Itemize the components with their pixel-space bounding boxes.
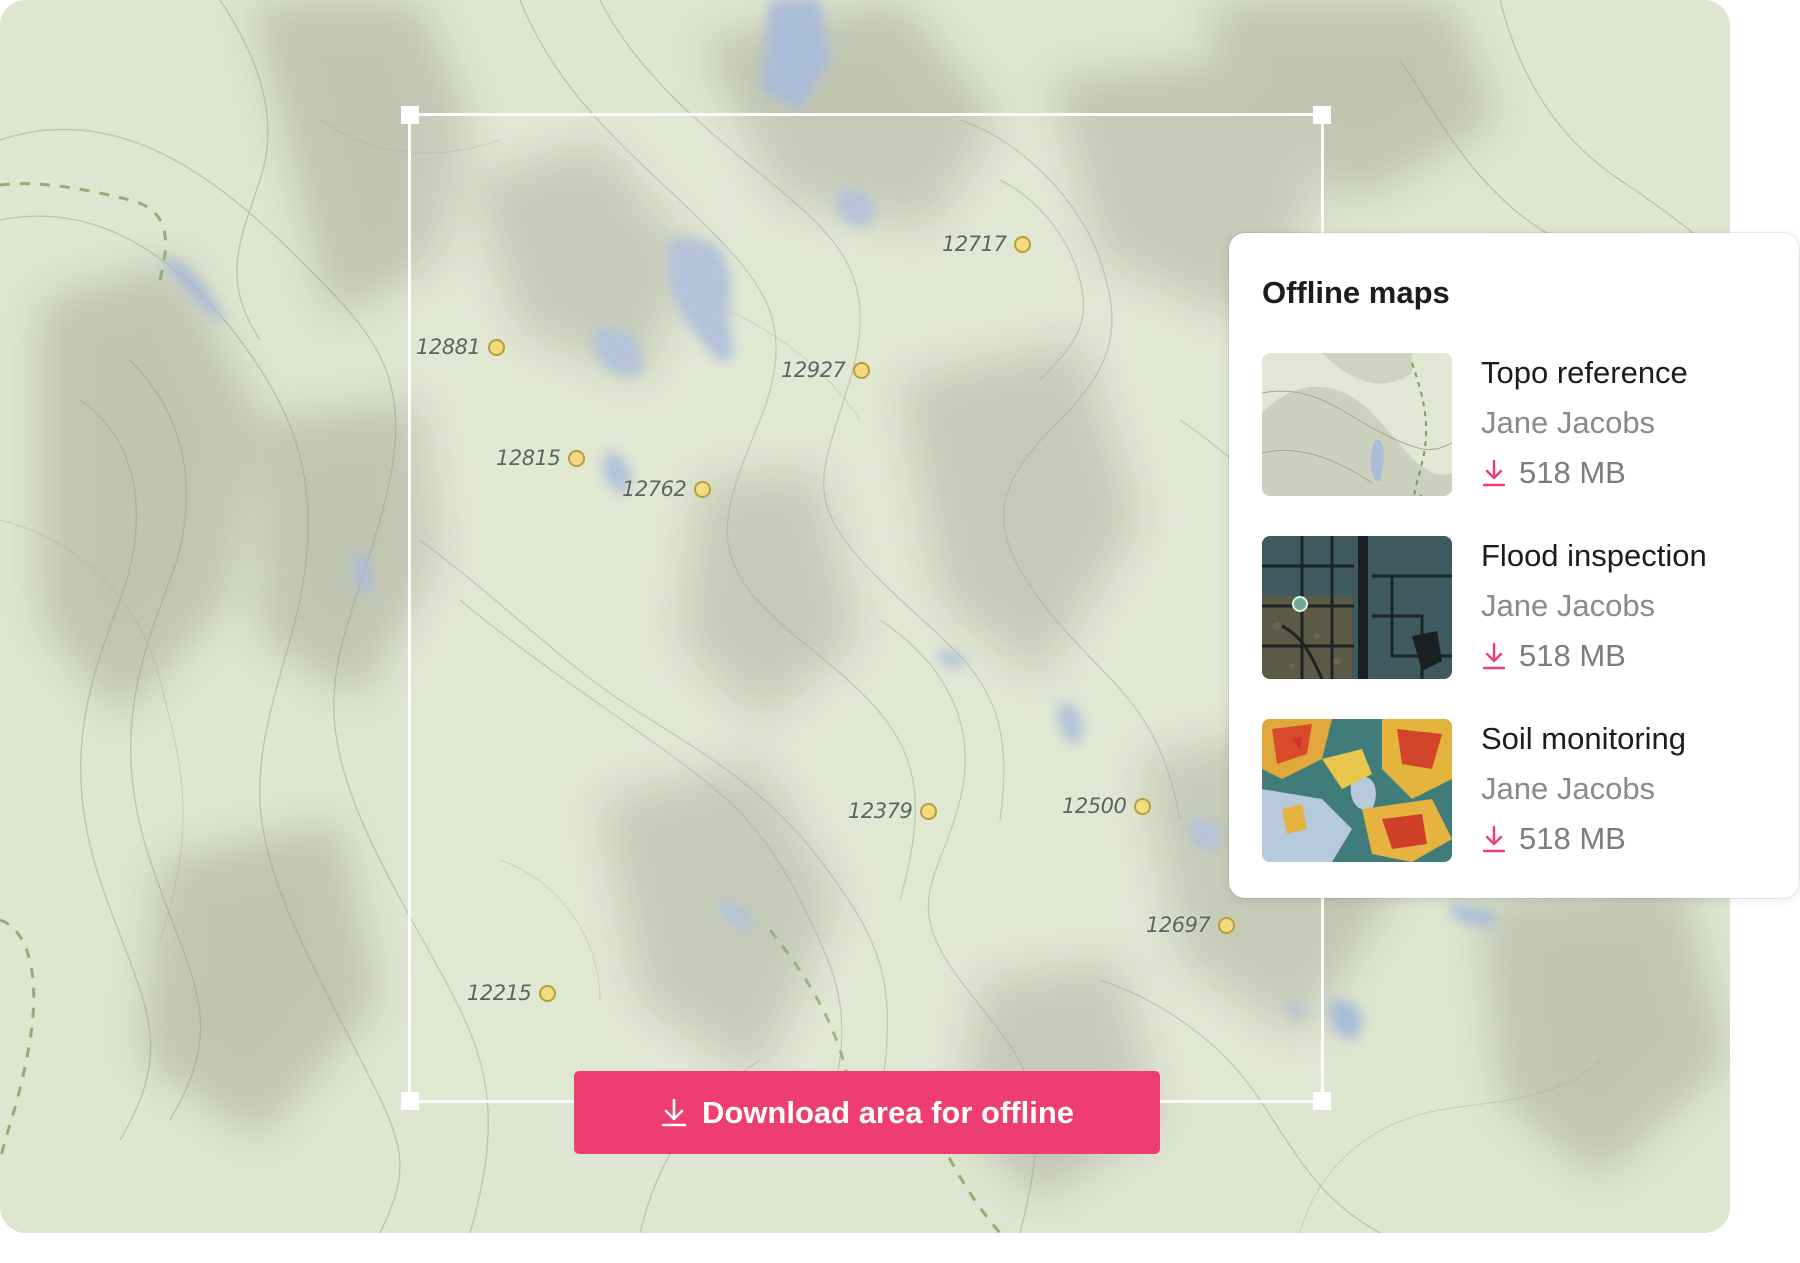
selection-box[interactable] xyxy=(401,106,1331,1110)
topo-thumbnail xyxy=(1262,353,1452,496)
panel-title: Offline maps xyxy=(1262,275,1450,310)
download-icon xyxy=(1482,459,1506,487)
peak-marker[interactable]: 12717 xyxy=(942,232,1032,256)
offline-map-name: Topo reference xyxy=(1481,355,1688,390)
download-button-label: Download area for offline xyxy=(701,1094,1075,1130)
peak-dot xyxy=(1014,235,1032,253)
resize-handle-bottom-right[interactable] xyxy=(1313,1092,1331,1110)
satellite-thumbnail xyxy=(1262,536,1452,679)
resize-handle-bottom-left[interactable] xyxy=(401,1092,419,1110)
offline-map-item-flood[interactable]: Flood inspection Jane Jacobs 518 MB xyxy=(1262,536,1772,681)
offline-map-size: 518 MB xyxy=(1519,455,1626,490)
peak-dot xyxy=(920,802,938,820)
download-area-button[interactable]: Download area for offline xyxy=(574,1071,1160,1154)
offline-map-owner: Jane Jacobs xyxy=(1481,405,1656,440)
download-icon xyxy=(661,1098,687,1126)
peak-marker[interactable]: 12881 xyxy=(416,335,506,359)
resize-handle-top-right[interactable] xyxy=(1313,106,1331,124)
peak-elevation-label: 12717 xyxy=(942,232,1007,256)
peak-marker[interactable]: 12762 xyxy=(622,477,712,501)
peak-marker[interactable]: 12697 xyxy=(1146,913,1236,937)
peak-dot xyxy=(1134,797,1152,815)
peak-dot xyxy=(488,338,506,356)
peak-dot xyxy=(1218,916,1236,934)
offline-map-size: 518 MB xyxy=(1519,821,1626,856)
peak-elevation-label: 12215 xyxy=(467,981,532,1005)
peak-dot xyxy=(568,449,586,467)
peak-marker[interactable]: 12815 xyxy=(496,446,586,470)
peak-marker[interactable]: 12500 xyxy=(1062,794,1152,818)
soil-heatmap-thumbnail xyxy=(1262,719,1452,862)
peak-elevation-label: 12500 xyxy=(1062,794,1127,818)
peak-marker[interactable]: 12215 xyxy=(467,981,557,1005)
peak-elevation-label: 12379 xyxy=(848,799,913,823)
offline-map-owner: Jane Jacobs xyxy=(1481,771,1656,806)
peak-marker[interactable]: 12927 xyxy=(781,358,871,382)
offline-map-owner: Jane Jacobs xyxy=(1481,588,1656,623)
resize-handle-top-left[interactable] xyxy=(401,106,419,124)
offline-maps-panel: Offline maps Topo reference Jane Jacobs … xyxy=(1229,233,1799,898)
peak-dot xyxy=(694,480,712,498)
peak-elevation-label: 12815 xyxy=(496,446,561,470)
peak-elevation-label: 12881 xyxy=(416,335,481,359)
offline-map-item-soil[interactable]: Soil monitoring Jane Jacobs 518 MB xyxy=(1262,719,1772,864)
peak-elevation-label: 12927 xyxy=(781,358,846,382)
download-icon xyxy=(1482,825,1506,853)
peak-elevation-label: 12697 xyxy=(1146,913,1211,937)
offline-map-size: 518 MB xyxy=(1519,638,1626,673)
download-icon xyxy=(1482,642,1506,670)
offline-map-item-topo[interactable]: Topo reference Jane Jacobs 518 MB xyxy=(1262,353,1772,498)
peak-marker[interactable]: 12379 xyxy=(848,799,938,823)
offline-map-name: Flood inspection xyxy=(1481,538,1707,573)
peak-elevation-label: 12762 xyxy=(622,477,687,501)
peak-dot xyxy=(539,984,557,1002)
offline-map-name: Soil monitoring xyxy=(1481,721,1687,756)
peak-dot xyxy=(853,361,871,379)
